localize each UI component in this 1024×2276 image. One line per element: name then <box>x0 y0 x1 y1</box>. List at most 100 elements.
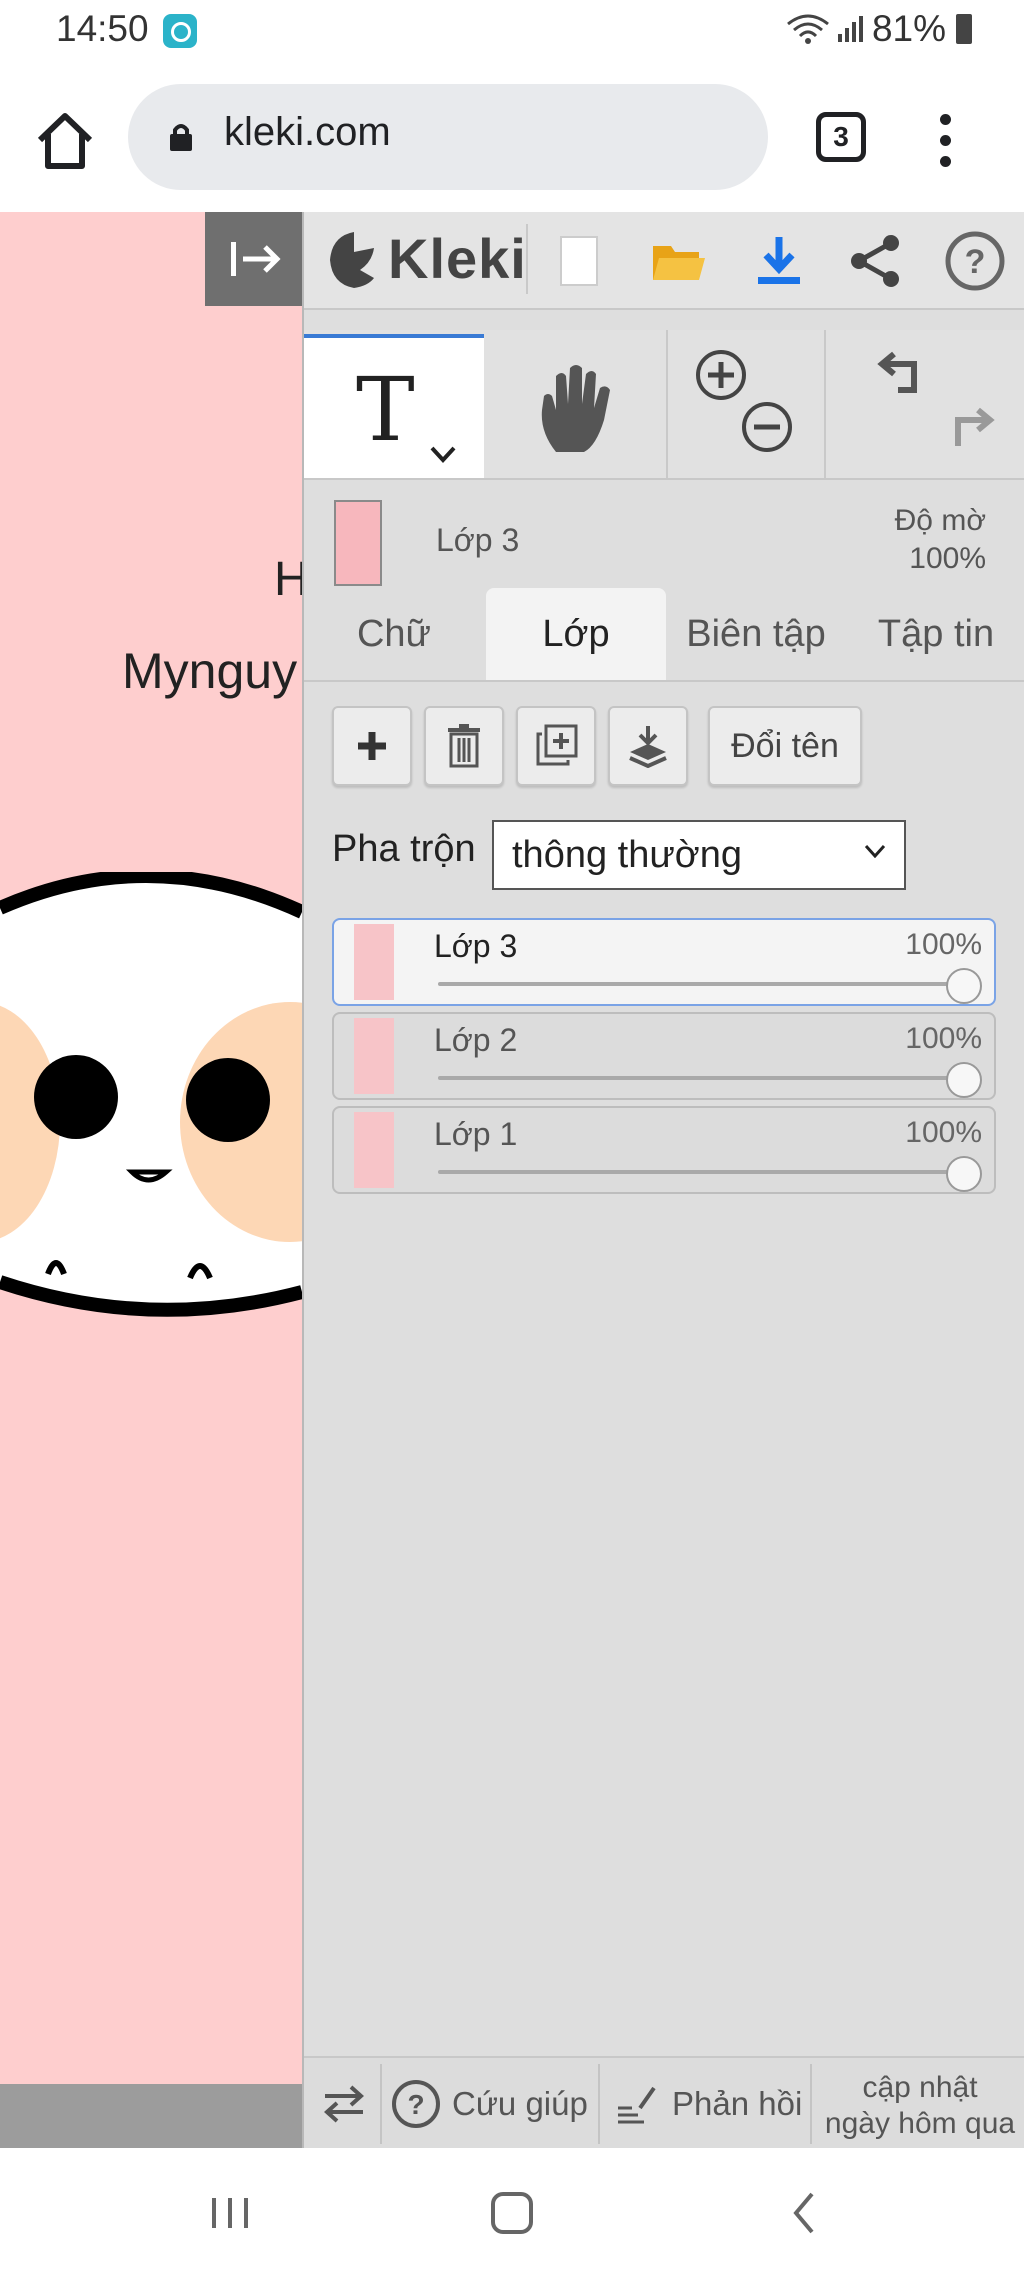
chevron-down-icon <box>864 844 886 858</box>
panel-tabs: Chữ Lớp Biên tập Tập tin <box>304 588 1024 682</box>
feedback-button[interactable]: Phản hồi <box>614 2058 802 2150</box>
open-folder-icon[interactable] <box>644 226 714 296</box>
opacity-slider-track[interactable] <box>438 1076 964 1080</box>
layer-name: Lớp 3 <box>434 928 518 964</box>
opacity-slider-knob[interactable] <box>946 968 982 1004</box>
rename-layer-button[interactable]: Đổi tên <box>708 706 862 786</box>
browser-menu-icon[interactable] <box>930 114 960 174</box>
add-layer-button[interactable] <box>332 706 412 786</box>
tab-edit[interactable]: Biên tập <box>666 588 846 680</box>
current-layer-info: Lớp 3 Độ mờ 100% <box>304 482 1024 590</box>
battery-percent: 81% <box>871 8 946 49</box>
divider <box>526 224 528 294</box>
opacity-label: Độ mờ <box>894 504 986 537</box>
divider <box>666 330 668 478</box>
merge-layer-button[interactable] <box>608 706 688 786</box>
opacity-slider-track[interactable] <box>438 982 964 986</box>
wifi-icon <box>787 14 829 44</box>
new-file-icon[interactable] <box>544 226 614 296</box>
tab-switcher-button[interactable]: 3 <box>816 112 866 162</box>
android-nav-bar <box>0 2148 1024 2276</box>
layer-name: Lớp 2 <box>434 1022 518 1058</box>
update-info[interactable]: cập nhật ngày hôm qua <box>814 2070 1024 2142</box>
delete-layer-button[interactable] <box>424 706 504 786</box>
divider <box>598 2064 600 2144</box>
blend-mode-select[interactable]: thông thường <box>492 820 906 890</box>
status-time: 14:50 <box>56 8 149 49</box>
opacity-slider-track[interactable] <box>438 1170 964 1174</box>
collapse-arrow-icon <box>231 242 281 276</box>
feedback-label: Phản hồi <box>672 2085 803 2122</box>
back-icon[interactable] <box>774 2188 834 2238</box>
tool-panel: Kleki ? T Lớp 3 Độ mờ 100% Chữ Lớp Biên … <box>302 212 1024 2150</box>
layer-name: Lớp 1 <box>434 1116 518 1152</box>
merge-down-icon <box>629 726 667 768</box>
kleki-logo-icon <box>330 232 374 288</box>
panel-top-bar: Kleki ? <box>304 212 1024 310</box>
opacity-value: 100% <box>909 542 986 575</box>
panel-footer: ? Cứu giúp Phản hồi cập nhật ngày hôm qu… <box>304 2056 1024 2150</box>
layer-item-1[interactable]: Lớp 1 100% <box>332 1106 996 1194</box>
collapse-panel-button[interactable] <box>205 212 302 306</box>
zoom-out-icon[interactable] <box>740 400 794 454</box>
layers-pane: Đổi tên Pha trộn thông thường Lớp 3 100%… <box>304 682 1024 2054</box>
opacity-slider-knob[interactable] <box>946 1062 982 1098</box>
hand-tool-button[interactable] <box>484 334 666 478</box>
update-line2: ngày hôm qua <box>824 2107 1016 2140</box>
chevron-down-icon[interactable] <box>430 446 456 464</box>
download-icon[interactable] <box>744 226 814 296</box>
help-label: Cứu giúp <box>452 2085 588 2122</box>
svg-text:?: ? <box>965 243 986 281</box>
layer-opacity: 100% <box>905 1116 982 1149</box>
tab-text[interactable]: Chữ <box>304 588 484 680</box>
help-icon[interactable]: ? <box>940 226 1010 296</box>
home-nav-icon[interactable] <box>482 2188 542 2238</box>
question-circle-icon: ? <box>392 2080 440 2128</box>
current-layer-thumbnail <box>334 500 382 586</box>
undo-icon[interactable] <box>874 344 930 400</box>
home-icon[interactable] <box>30 106 100 176</box>
canvas-text-line2: Mynguy <box>122 643 298 699</box>
recent-apps-icon[interactable] <box>200 2188 260 2238</box>
layer-thumbnail <box>354 1018 394 1094</box>
canvas-drawing <box>0 872 302 1317</box>
layer-thumbnail <box>354 924 394 1000</box>
tab-file[interactable]: Tập tin <box>846 588 1024 680</box>
duplicate-layer-button[interactable] <box>516 706 596 786</box>
layer-item-3[interactable]: Lớp 3 100% <box>332 918 996 1006</box>
current-layer-opacity: Độ mờ 100% <box>895 502 986 578</box>
redo-icon[interactable] <box>942 400 998 456</box>
url-text: kleki.com <box>224 110 391 154</box>
lock-icon <box>170 124 192 151</box>
drawing-canvas[interactable]: H Mynguy <box>0 212 302 2148</box>
swap-side-button[interactable] <box>314 2058 374 2150</box>
divider <box>380 2064 382 2144</box>
zoom-in-icon[interactable] <box>694 348 748 402</box>
swap-arrows-icon <box>324 2085 364 2123</box>
svg-text:?: ? <box>407 2089 424 2120</box>
address-bar[interactable]: kleki.com <box>128 84 768 190</box>
status-right: 81% <box>786 8 972 50</box>
divider <box>824 330 826 478</box>
current-layer-name: Lớp 3 <box>436 522 520 558</box>
opacity-slider-knob[interactable] <box>946 1156 982 1192</box>
share-icon[interactable] <box>840 226 910 296</box>
help-button[interactable]: ? Cứu giúp <box>390 2058 588 2150</box>
battery-icon <box>956 14 972 44</box>
tool-row: T <box>304 330 1024 480</box>
canvas-text-line1: H <box>274 553 302 606</box>
feedback-pen-icon <box>618 2086 656 2124</box>
hand-icon <box>541 365 610 452</box>
text-tool-icon: T <box>356 358 415 461</box>
blend-mode-label: Pha trộn <box>332 828 476 870</box>
update-line1: cập nhật <box>862 2071 978 2104</box>
text-tool-button[interactable]: T <box>304 334 484 478</box>
tab-layers[interactable]: Lớp <box>486 588 666 680</box>
status-bar: 14:50 81% <box>0 0 1024 62</box>
layer-item-2[interactable]: Lớp 2 100% <box>332 1012 996 1100</box>
browser-toolbar: kleki.com 3 <box>0 62 1024 212</box>
layer-opacity: 100% <box>905 1022 982 1055</box>
canvas-bottom-strip <box>0 2084 302 2148</box>
plus-icon <box>358 732 386 760</box>
layer-thumbnail <box>354 1112 394 1188</box>
